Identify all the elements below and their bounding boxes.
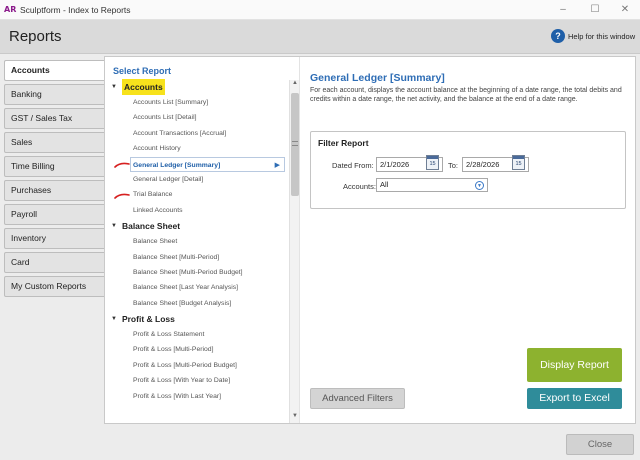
filter-title: Filter Report (318, 138, 369, 148)
scroll-up-icon[interactable]: ▲ (291, 80, 299, 90)
report-item[interactable]: Balance Sheet [Multi-Period Budget] (105, 265, 289, 280)
report-item[interactable]: Balance Sheet [Budget Analysis] (105, 296, 289, 311)
grip-icon (292, 141, 298, 146)
maximize-button[interactable]: ☐ (584, 3, 606, 17)
scroll-thumb[interactable] (291, 93, 299, 196)
window-title: Sculptform - Index to Reports (20, 5, 131, 15)
title-bar: AR Sculptform - Index to Reports – ☐ ✕ (0, 0, 640, 20)
report-item[interactable]: Linked Accounts (105, 203, 289, 218)
report-item[interactable]: Accounts List [Summary] (105, 95, 289, 110)
tab-purchases[interactable]: Purchases (4, 180, 106, 201)
accounts-select[interactable]: All ▼ (376, 178, 488, 192)
report-item[interactable]: Profit & Loss [Multi-Period Budget] (105, 358, 289, 373)
tree-group-balance-sheet[interactable]: ▼ Balance Sheet (105, 218, 289, 234)
tab-gst-sales-tax[interactable]: GST / Sales Tax (4, 108, 106, 129)
report-item[interactable]: Account Transactions [Accrual] (105, 126, 289, 141)
report-item[interactable]: Balance Sheet (105, 234, 289, 249)
tab-my-custom-reports[interactable]: My Custom Reports (4, 276, 106, 297)
display-report-button[interactable]: Display Report (527, 348, 622, 382)
red-annotation-mark (114, 193, 130, 199)
report-item[interactable]: Trial Balance (105, 187, 289, 202)
accounts-label: Accounts: (343, 182, 376, 191)
help-icon[interactable]: ? (551, 29, 565, 43)
close-window-button[interactable]: ✕ (614, 3, 636, 17)
accounts-select-value: All (380, 180, 389, 189)
tab-accounts[interactable]: Accounts (4, 60, 106, 81)
tree-group-label: Balance Sheet (121, 221, 181, 232)
report-item[interactable]: Profit & Loss [Multi-Period] (105, 342, 289, 357)
report-category-tabs: Accounts Banking GST / Sales Tax Sales T… (4, 60, 106, 300)
report-title: General Ledger [Summary] (310, 72, 445, 84)
select-report-heading: Select Report (113, 66, 172, 76)
report-item[interactable]: Balance Sheet [Last Year Analysis] (105, 280, 289, 295)
app-logo-icon: AR (4, 5, 17, 14)
main-panel: Select Report ▼ Accounts Accounts List [… (104, 56, 636, 424)
selected-arrow-icon: ▶ (274, 161, 280, 169)
chevron-down-icon[interactable]: ▼ (475, 181, 484, 190)
tab-inventory[interactable]: Inventory (4, 228, 106, 249)
page-header: Reports ? Help for this window (0, 20, 640, 54)
advanced-filters-button[interactable]: Advanced Filters (310, 388, 405, 409)
minimize-button[interactable]: – (552, 3, 574, 17)
page-title: Reports (9, 28, 62, 45)
dated-from-label: Dated From: (332, 161, 374, 170)
tree-group-label: Accounts (121, 79, 165, 95)
report-item[interactable]: Account History (105, 141, 289, 156)
tree-scrollbar[interactable]: ▲ ▼ (289, 80, 299, 423)
report-item[interactable]: Balance Sheet [Multi-Period] (105, 250, 289, 265)
report-tree: ▼ Accounts Accounts List [Summary] Accou… (105, 79, 289, 404)
report-item[interactable]: Profit & Loss [With Year to Date] (105, 373, 289, 388)
tree-group-profit-loss[interactable]: ▼ Profit & Loss (105, 311, 289, 327)
export-to-excel-button[interactable]: Export to Excel (527, 388, 622, 409)
report-detail-pane: General Ledger [Summary] For each accoun… (299, 57, 635, 423)
calendar-icon[interactable]: 15 (512, 155, 525, 170)
report-item-label: General Ledger [Summary] (133, 161, 221, 169)
tab-payroll[interactable]: Payroll (4, 204, 106, 225)
collapse-triangle-icon[interactable]: ▼ (111, 218, 117, 234)
report-tree-pane: Select Report ▼ Accounts Accounts List [… (105, 57, 289, 423)
scroll-down-icon[interactable]: ▼ (291, 413, 299, 423)
tree-group-label: Profit & Loss (121, 314, 175, 325)
tab-time-billing[interactable]: Time Billing (4, 156, 106, 177)
collapse-triangle-icon[interactable]: ▼ (111, 311, 117, 327)
report-description: For each account, displays the account b… (310, 87, 622, 104)
filter-report-box: Filter Report Dated From: 2/1/2026 15 To… (310, 131, 626, 209)
to-label: To: (448, 161, 459, 170)
close-button[interactable]: Close (566, 434, 634, 455)
tab-card[interactable]: Card (4, 252, 106, 273)
calendar-icon[interactable]: 15 (426, 155, 439, 170)
report-item[interactable]: Profit & Loss [With Last Year] (105, 389, 289, 404)
tab-banking[interactable]: Banking (4, 84, 106, 105)
report-item-selected[interactable]: General Ledger [Summary] ▶ (130, 156, 285, 172)
tab-sales[interactable]: Sales (4, 132, 106, 153)
help-link[interactable]: Help for this window (568, 32, 635, 41)
report-item[interactable]: Accounts List [Detail] (105, 110, 289, 125)
red-annotation-mark (114, 162, 130, 168)
report-item[interactable]: General Ledger [Detail] (105, 172, 289, 187)
collapse-triangle-icon[interactable]: ▼ (111, 79, 117, 95)
tree-group-accounts[interactable]: ▼ Accounts (105, 79, 289, 95)
report-item[interactable]: Profit & Loss Statement (105, 327, 289, 342)
